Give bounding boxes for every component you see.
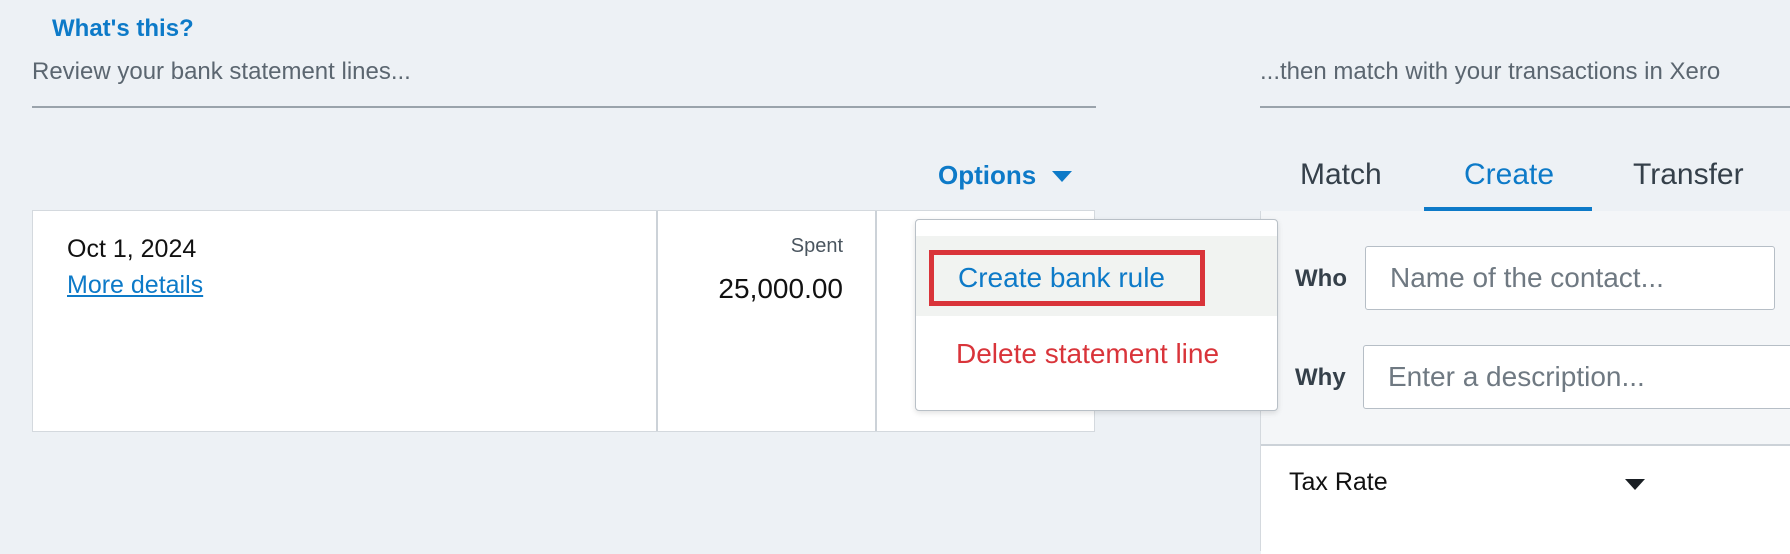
options-label: Options bbox=[938, 160, 1037, 190]
whats-this-link[interactable]: What's this? bbox=[52, 15, 194, 43]
tab-create[interactable]: Create bbox=[1464, 158, 1554, 192]
right-heading-divider bbox=[1260, 106, 1790, 108]
why-label: Why bbox=[1295, 364, 1346, 391]
left-heading-divider bbox=[32, 106, 1096, 108]
spent-label: Spent bbox=[790, 235, 843, 257]
more-details-link[interactable]: More details bbox=[67, 271, 203, 300]
create-transaction-panel: Who Why Tax Rate bbox=[1260, 211, 1790, 554]
delete-statement-line-menu-item[interactable]: Delete statement line bbox=[956, 338, 1219, 370]
statement-date: Oct 1, 2024 bbox=[67, 235, 197, 263]
match-transactions-heading: ...then match with your transactions in … bbox=[1260, 58, 1721, 85]
column-divider bbox=[656, 211, 658, 431]
tab-match[interactable]: Match bbox=[1300, 158, 1382, 192]
tax-rate-label: Tax Rate bbox=[1289, 468, 1388, 496]
spent-amount: 25,000.00 bbox=[718, 273, 843, 304]
chevron-down-icon bbox=[1052, 171, 1073, 182]
who-contact-input[interactable] bbox=[1365, 246, 1775, 310]
why-description-input[interactable] bbox=[1363, 345, 1790, 409]
options-dropdown-menu: Create bank rule Delete statement line bbox=[915, 219, 1278, 411]
statement-lines-heading: Review your bank statement lines... bbox=[32, 58, 411, 85]
column-divider bbox=[875, 211, 877, 431]
who-label: Who bbox=[1295, 265, 1347, 292]
tax-rate-select[interactable]: Tax Rate bbox=[1261, 444, 1790, 554]
create-bank-rule-menu-item[interactable]: Create bank rule bbox=[929, 250, 1205, 306]
chevron-down-icon bbox=[1625, 479, 1645, 490]
tab-transfer[interactable]: Transfer bbox=[1633, 158, 1744, 192]
options-dropdown-toggle[interactable]: Options bbox=[938, 160, 1073, 191]
